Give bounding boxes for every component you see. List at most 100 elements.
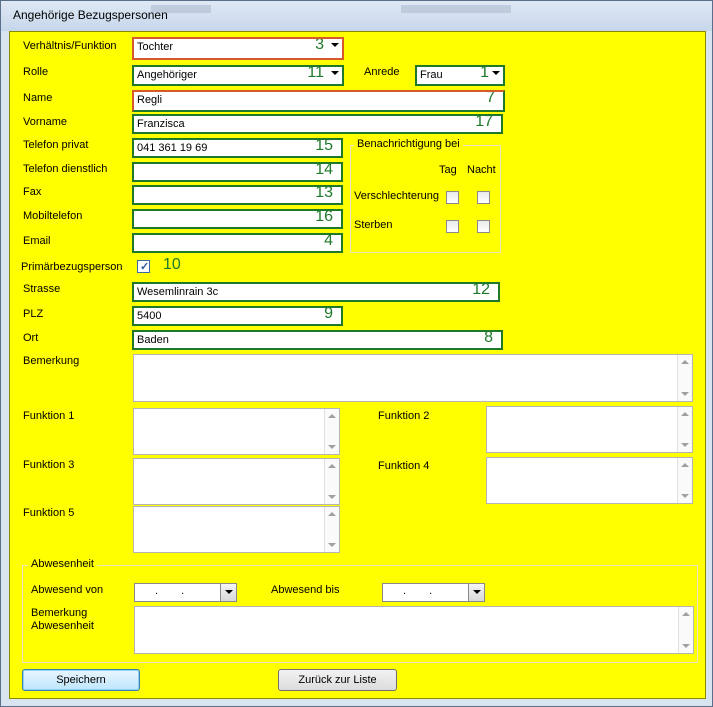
sterben-label: Sterben [354, 219, 393, 231]
chevron-down-icon [225, 590, 233, 594]
funktion2-scrollbar[interactable] [677, 407, 692, 452]
funktion1-textarea[interactable] [133, 408, 340, 455]
abwesenheit-bemerkung-textarea[interactable] [134, 606, 694, 654]
benachrichtigung-group: Benachrichtigung bei Tag Nacht Verschlec… [350, 138, 501, 253]
vorname-value: Franzisca [137, 118, 185, 130]
funktion1-scrollbar[interactable] [324, 409, 339, 454]
rolle-label: Rolle [23, 66, 49, 78]
rolle-value: Angehöriger [137, 69, 197, 81]
email-number: 4 [324, 233, 333, 249]
abwesend-von-placeholder: . . [155, 585, 195, 597]
mobiltelefon-input[interactable]: 16 [132, 209, 343, 229]
rolle-dropdown[interactable]: Angehöriger 11 [132, 65, 344, 86]
funktion5-label: Funktion 5 [23, 507, 75, 519]
anrede-value: Frau [420, 69, 443, 81]
title-bar[interactable]: Angehörige Bezugspersonen [1, 1, 712, 31]
speichern-button[interactable]: Speichern [22, 669, 140, 691]
funktion4-textarea[interactable] [486, 457, 693, 504]
strasse-value: Wesemlinrain 3c [137, 286, 219, 298]
funktion3-textarea[interactable] [133, 458, 340, 505]
fax-label: Fax [23, 186, 42, 198]
strasse-input[interactable]: Wesemlinrain 3c 12 [132, 282, 500, 302]
funktion2-label: Funktion 2 [378, 410, 430, 422]
scroll-down-icon[interactable] [328, 543, 336, 547]
benachrichtigung-title: Benachrichtigung bei [354, 138, 463, 150]
scroll-down-icon[interactable] [328, 495, 336, 499]
scroll-up-icon[interactable] [681, 463, 689, 467]
scroll-down-icon[interactable] [681, 494, 689, 498]
abwesenheit-title: Abwesenheit [28, 558, 97, 570]
verhaeltnis-dropdown[interactable]: Tochter 3 [132, 37, 344, 60]
abwesenheit-scrollbar[interactable] [678, 607, 693, 653]
anrede-label: Anrede [364, 66, 400, 78]
zurueck-zur-liste-button[interactable]: Zurück zur Liste [278, 669, 397, 691]
telefon-dienstlich-label: Telefon dienstlich [23, 163, 108, 175]
sterben-tag-checkbox[interactable] [446, 220, 459, 233]
funktion3-scrollbar[interactable] [324, 459, 339, 504]
verschlechterung-label: Verschlechterung [354, 190, 439, 202]
vorname-label: Vorname [23, 116, 68, 128]
bemerkung-scrollbar[interactable] [677, 355, 692, 401]
scroll-down-icon[interactable] [681, 443, 689, 447]
calendar-dropdown-button[interactable] [220, 584, 236, 601]
scroll-up-icon[interactable] [681, 360, 689, 364]
bemerkung-textarea[interactable] [133, 354, 693, 402]
plz-label: PLZ [23, 308, 44, 320]
scroll-up-icon[interactable] [328, 464, 336, 468]
dialog-window: Angehörige Bezugspersonen Verhältnis/Fun… [0, 0, 713, 707]
primaer-label: Primärbezugsperson [21, 261, 123, 273]
funktion5-textarea[interactable] [133, 506, 340, 553]
abwesenheit-bemerkung-label-1: Bemerkung [31, 607, 88, 619]
telefon-dienstlich-input[interactable]: 14 [132, 162, 343, 182]
chevron-down-icon [473, 590, 481, 594]
chevron-down-icon [331, 71, 339, 75]
calendar-dropdown-button[interactable] [468, 584, 484, 601]
chevron-down-icon [492, 71, 500, 75]
scroll-down-icon[interactable] [681, 392, 689, 396]
scroll-up-icon[interactable] [328, 414, 336, 418]
verschlechterung-nacht-checkbox[interactable] [477, 191, 490, 204]
verschlechterung-tag-checkbox[interactable] [446, 191, 459, 204]
ort-number: 8 [484, 330, 493, 346]
email-input[interactable]: 4 [132, 233, 343, 253]
name-label: Name [23, 92, 53, 104]
window-title: Angehörige Bezugspersonen [13, 8, 168, 22]
scroll-up-icon[interactable] [681, 412, 689, 416]
telefon-privat-input[interactable]: 041 361 19 69 15 [132, 138, 343, 158]
name-value: Regli [137, 94, 163, 106]
fax-number: 13 [315, 185, 333, 201]
name-input[interactable]: Regli 7 [132, 90, 505, 112]
verhaeltnis-value: Tochter [137, 41, 174, 53]
abwesend-bis-datepicker[interactable]: . . [382, 583, 485, 602]
fax-input[interactable]: 13 [132, 185, 343, 205]
primaer-number: 10 [163, 256, 181, 273]
scroll-up-icon[interactable] [682, 612, 690, 616]
scroll-down-icon[interactable] [328, 445, 336, 449]
funktion4-label: Funktion 4 [378, 460, 430, 472]
ort-input[interactable]: Baden 8 [132, 330, 503, 350]
verhaeltnis-number: 3 [315, 37, 324, 53]
rolle-number: 11 [307, 65, 324, 81]
name-number: 7 [486, 90, 495, 106]
scroll-down-icon[interactable] [682, 644, 690, 648]
abwesenheit-group: Abwesenheit Abwesend von . . Abwesend bi… [22, 558, 698, 663]
plz-input[interactable]: 5400 9 [132, 306, 343, 326]
abwesend-von-label: Abwesend von [31, 584, 104, 596]
scroll-up-icon[interactable] [328, 512, 336, 516]
sterben-nacht-checkbox[interactable] [477, 220, 490, 233]
mobiltelefon-number: 16 [315, 209, 333, 225]
form-panel: Verhältnis/Funktion Tochter 3 Rolle Ange… [9, 31, 706, 699]
abwesend-von-datepicker[interactable]: . . [134, 583, 237, 602]
funktion5-scrollbar[interactable] [324, 507, 339, 552]
anrede-dropdown[interactable]: Frau 1 [415, 65, 505, 86]
col-tag-label: Tag [439, 164, 457, 176]
funktion4-scrollbar[interactable] [677, 458, 692, 503]
vorname-input[interactable]: Franzisca 17 [132, 114, 503, 134]
bemerkung-label: Bemerkung [23, 355, 80, 367]
funktion2-textarea[interactable] [486, 406, 693, 453]
abwesend-bis-placeholder: . . [403, 585, 443, 597]
col-nacht-label: Nacht [467, 164, 496, 176]
funktion3-label: Funktion 3 [23, 459, 75, 471]
primaer-checkbox[interactable]: ✓ [137, 260, 150, 273]
telefon-privat-label: Telefon privat [23, 139, 89, 151]
